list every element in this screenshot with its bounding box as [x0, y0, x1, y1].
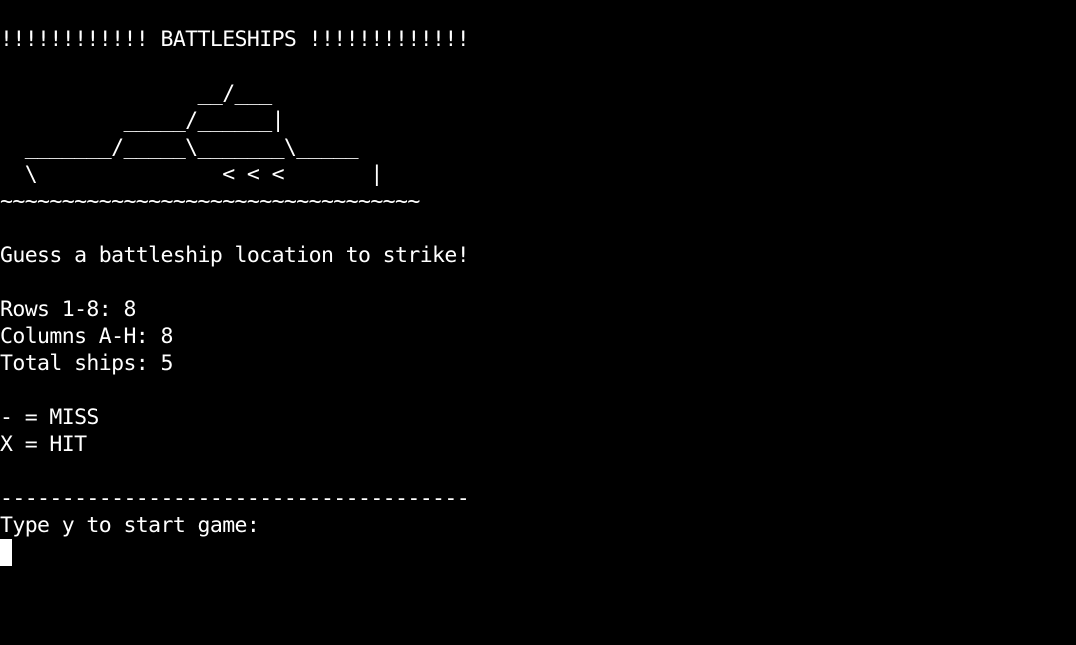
columns-info: Columns A-H: 8 [0, 324, 173, 349]
ships-info: Total ships: 5 [0, 351, 173, 376]
ship-art-line: __/___ [0, 81, 273, 106]
ship-art-waves: ~~~~~~~~~~~~~~~~~~~~~~~~~~~~~~~~~~ [0, 189, 420, 214]
legend-miss: - = MISS [0, 405, 99, 430]
ship-art-line: _______/_____\_______\_____ [0, 135, 359, 160]
title-banner: !!!!!!!!!!!! BATTLESHIPS !!!!!!!!!!!!! [0, 27, 470, 52]
legend-hit: X = HIT [0, 432, 87, 457]
divider: -------------------------------------- [0, 486, 470, 511]
terminal-window[interactable]: !!!!!!!!!!!! BATTLESHIPS !!!!!!!!!!!!! _… [0, 0, 1076, 645]
input-line[interactable] [0, 539, 1076, 566]
rows-info: Rows 1-8: 8 [0, 297, 136, 322]
start-prompt: Type y to start game: [0, 513, 260, 538]
text-cursor [0, 539, 12, 566]
ship-art-line: \ < < < | [0, 162, 384, 187]
intro-text: Guess a battleship location to strike! [0, 243, 470, 268]
ship-art-line: _____/______| [0, 108, 284, 133]
ship-art-line [0, 53, 1076, 80]
